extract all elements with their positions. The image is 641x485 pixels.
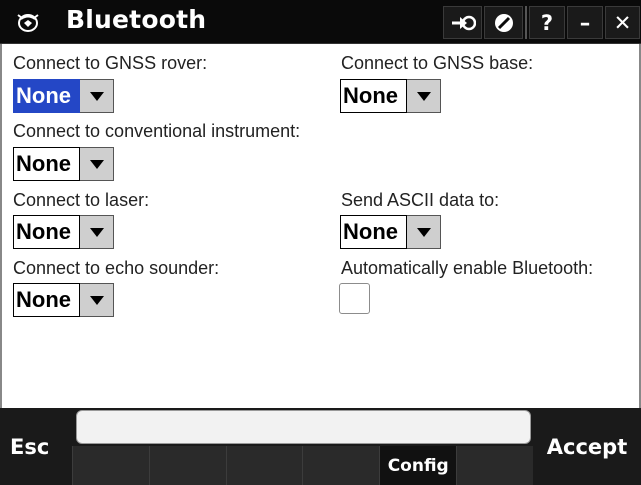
toolbar-divider	[525, 6, 527, 39]
chevron-down-icon[interactable]	[80, 283, 114, 317]
help-icon: ?	[540, 10, 554, 35]
minimize-button[interactable]: –	[567, 6, 603, 39]
no-entry-button[interactable]	[484, 6, 523, 39]
laser-label: Connect to laser:	[13, 190, 150, 210]
gnss-rover-label: Connect to GNSS rover:	[13, 53, 208, 73]
app-logo-icon[interactable]	[13, 8, 43, 36]
gnss-base-label: Connect to GNSS base:	[341, 53, 534, 73]
gnss-rover-value[interactable]: None	[13, 79, 80, 113]
gnss-base-value[interactable]: None	[340, 79, 407, 113]
title-bar: Bluetooth ? – ✕	[0, 0, 641, 44]
bluetooth-settings-form: Connect to GNSS rover: None Connect to G…	[0, 44, 641, 408]
conventional-instrument-dropdown[interactable]: None	[13, 147, 114, 181]
close-button[interactable]: ✕	[605, 6, 640, 39]
chevron-down-icon[interactable]	[407, 215, 441, 249]
gnss-rover-dropdown[interactable]: None	[13, 79, 114, 113]
softkey-4[interactable]	[302, 446, 379, 485]
ascii-data-value[interactable]: None	[340, 215, 407, 249]
auto-enable-bluetooth-checkbox[interactable]	[339, 283, 370, 314]
chevron-down-icon[interactable]	[80, 147, 114, 181]
minimize-icon: –	[579, 10, 591, 35]
softkey-3[interactable]	[225, 446, 303, 485]
ascii-data-label: Send ASCII data to:	[341, 190, 500, 210]
chevron-down-icon[interactable]	[407, 79, 441, 113]
softkey-2[interactable]	[148, 446, 226, 485]
status-message-box	[76, 410, 531, 444]
help-button[interactable]: ?	[529, 6, 565, 39]
window-title: Bluetooth	[66, 5, 207, 34]
laser-dropdown[interactable]: None	[13, 215, 114, 249]
gnss-base-dropdown[interactable]: None	[340, 79, 441, 113]
auto-enable-bluetooth-label: Automatically enable Bluetooth:	[341, 258, 594, 278]
accept-button[interactable]: Accept	[533, 408, 641, 485]
laser-value[interactable]: None	[13, 215, 80, 249]
conventional-instrument-label: Connect to conventional instrument:	[13, 121, 301, 141]
esc-button[interactable]: Esc	[0, 408, 72, 485]
no-entry-icon	[494, 13, 513, 32]
switch-to-icon	[451, 15, 476, 30]
chevron-down-icon[interactable]	[80, 79, 114, 113]
echo-sounder-dropdown[interactable]: None	[13, 283, 114, 317]
echo-sounder-value[interactable]: None	[13, 283, 80, 317]
softkey-bar: Config	[72, 446, 533, 485]
close-icon: ✕	[613, 10, 632, 35]
echo-sounder-label: Connect to echo sounder:	[13, 258, 220, 278]
softkey-6[interactable]	[456, 446, 533, 485]
softkey-1[interactable]	[72, 446, 149, 485]
switch-to-button[interactable]	[443, 6, 482, 39]
config-softkey[interactable]: Config	[379, 446, 457, 485]
conventional-instrument-value[interactable]: None	[13, 147, 80, 181]
ascii-data-dropdown[interactable]: None	[340, 215, 441, 249]
chevron-down-icon[interactable]	[80, 215, 114, 249]
bottom-bar: Esc Config Accept	[0, 408, 641, 485]
